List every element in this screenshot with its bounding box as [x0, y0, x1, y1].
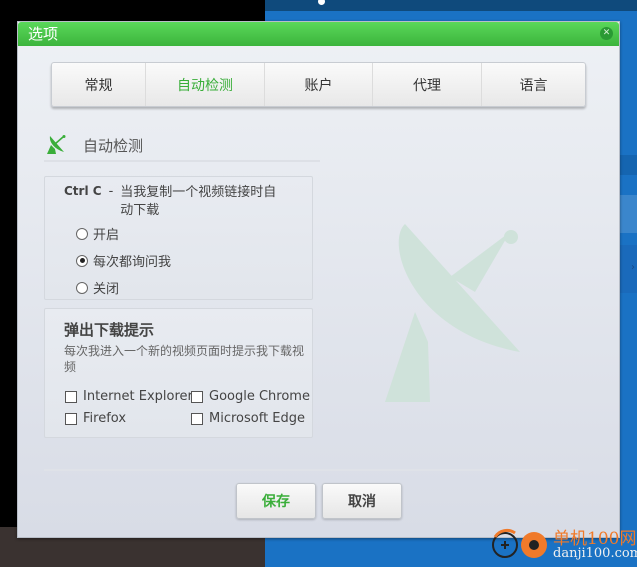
checkbox-firefox[interactable]: Firefox [65, 411, 126, 426]
satellite-dish-watermark-icon [385, 224, 520, 402]
radio-option-ask[interactable]: 每次都询问我 [76, 251, 171, 270]
checkbox[interactable] [65, 390, 77, 403]
background-chevron-icon: › [631, 262, 635, 273]
tab-auto-detect[interactable]: 自动检测 [146, 63, 265, 106]
checkbox[interactable] [191, 412, 203, 425]
save-button[interactable]: 保存 [236, 483, 316, 519]
site-watermark-url: danji100.com [553, 546, 637, 561]
radio-label: 关闭 [93, 282, 120, 297]
tab-bar: 常规 自动检测 账户 代理 语言 [51, 62, 586, 107]
checkbox[interactable] [191, 390, 203, 403]
close-icon: ✕ [602, 28, 611, 38]
checkbox-google-chrome[interactable]: Google Chrome [191, 389, 310, 404]
checkbox-label: Firefox [83, 411, 127, 426]
download-prompt-title: 弹出下载提示 [64, 321, 155, 339]
tab-general[interactable]: 常规 [52, 63, 146, 106]
checkbox-label: Microsoft Edge [209, 411, 306, 426]
radio-option-off[interactable]: 关闭 [76, 278, 119, 297]
radio-button[interactable] [76, 227, 88, 240]
background-app-panel [620, 155, 637, 175]
download-prompt-group: 弹出下载提示 每次我进入一个新的视频页面时提示我下载视频 Internet Ex… [44, 308, 313, 438]
radio-label: 开启 [93, 228, 120, 243]
tab-language[interactable]: 语言 [482, 63, 585, 106]
radio-button[interactable] [76, 281, 88, 294]
cancel-button[interactable]: 取消 [322, 483, 402, 519]
close-button[interactable]: ✕ [600, 27, 613, 40]
ctrl-c-group: Ctrl C - 当我复制一个视频链接时自动下载 开启 每次都询问我 关闭 [44, 176, 313, 300]
section-header: 自动检测 [44, 130, 320, 162]
ctrl-c-separator: - [108, 184, 114, 199]
checkbox-label: Internet Explorer [83, 389, 193, 404]
tab-proxy[interactable]: 代理 [373, 63, 482, 106]
checkbox[interactable] [65, 412, 77, 425]
site-logo-icon [492, 528, 547, 558]
radio-option-on[interactable]: 开启 [76, 224, 119, 243]
dialog-titlebar[interactable]: 选项 ✕ [18, 22, 619, 46]
satellite-dish-icon [47, 135, 66, 154]
checkbox-internet-explorer[interactable]: Internet Explorer [65, 389, 193, 404]
tab-account[interactable]: 账户 [265, 63, 373, 106]
background-app-header [265, 0, 637, 11]
footer-divider [44, 469, 578, 471]
radio-label: 每次都询问我 [93, 255, 172, 270]
ctrl-c-text: 当我复制一个视频链接时自动下载 [120, 185, 277, 218]
section-title: 自动检测 [83, 136, 144, 155]
dialog-title: 选项 [28, 25, 59, 43]
checkbox-microsoft-edge[interactable]: Microsoft Edge [191, 411, 305, 426]
download-prompt-description: 每次我进入一个新的视频页面时提示我下载视频 [64, 344, 305, 374]
ctrl-c-shortcut: Ctrl C [64, 184, 102, 198]
radio-button[interactable] [76, 254, 88, 267]
options-dialog: 选项 ✕ 常规 自动检测 账户 代理 语言 自动检测 Ctrl C - 当我复制… [17, 21, 620, 538]
checkbox-label: Google Chrome [209, 389, 310, 404]
background-app-panel [620, 195, 637, 233]
ctrl-c-description: Ctrl C - 当我复制一个视频链接时自动下载 [64, 184, 280, 220]
